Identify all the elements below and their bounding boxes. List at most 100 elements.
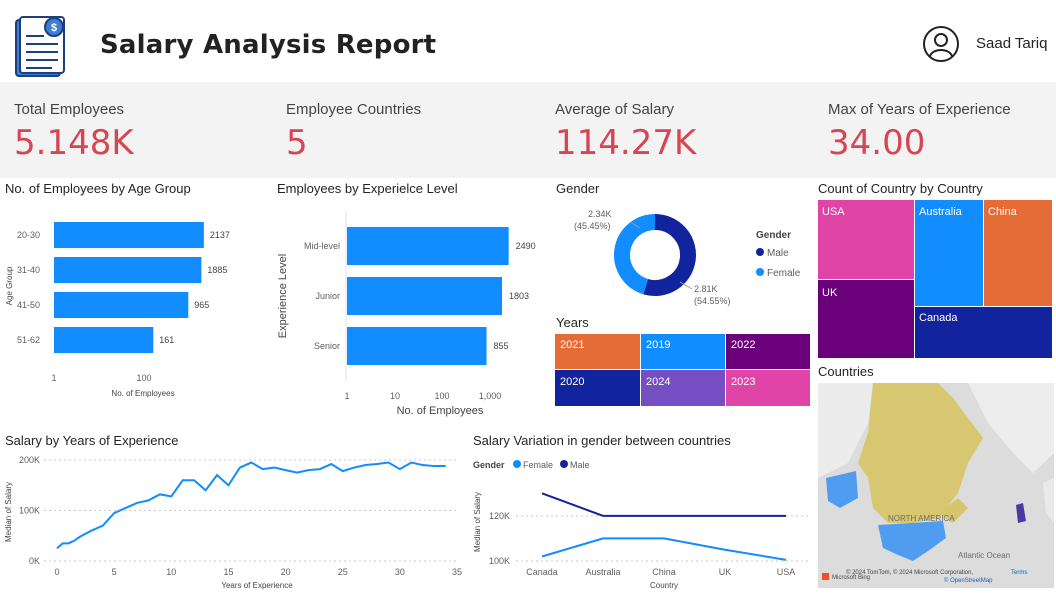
age-category-label: 31-40: [17, 265, 40, 275]
treemap-australia[interactable]: Australia: [915, 200, 983, 306]
salary-experience-line-chart[interactable]: 0K 100K 200K 0 5 10 15 20 25 30 35 Median of Salar…: [0, 450, 465, 593]
years-title: Years: [556, 315, 589, 330]
exp-y-axis-label: Experience Level: [277, 254, 289, 338]
female-salary-line[interactable]: [541, 537, 787, 561]
tile-2021[interactable]: 2021: [555, 334, 640, 369]
salary-gender-y-axis-label: Median of Salary: [473, 492, 482, 552]
female-slice-value: 2.34K: [588, 209, 612, 219]
male-slice-value: 2.81K: [694, 284, 718, 294]
donut-slice-male[interactable]: [643, 214, 696, 296]
salary-gender-line-chart[interactable]: Gender Female Male Median of Salary 100K…: [468, 450, 818, 593]
salary-gender-title: Salary Variation in gender between count…: [473, 433, 731, 448]
age-x-tick-1: 1: [51, 373, 56, 383]
exp-chart-title: Employees by Experielce Level: [277, 181, 458, 196]
exp-x-tick-100: 100: [434, 391, 449, 401]
salary-exp-x-tick: 25: [338, 567, 348, 577]
exp-x-axis-label: No. of Employees: [397, 405, 484, 417]
salary-gender-x-tick: China: [652, 567, 676, 577]
legend-male-marker: [756, 248, 764, 256]
user-avatar-icon[interactable]: [922, 25, 960, 68]
salary-gender-x-axis-label: Country: [650, 581, 678, 590]
age-bar-value-label: 1885: [207, 265, 227, 275]
tile-2022[interactable]: 2022: [726, 334, 810, 369]
exp-bar-value-label: 855: [494, 341, 509, 351]
treemap-australia-label: Australia: [919, 206, 962, 218]
salary-experience-line[interactable]: [56, 461, 446, 550]
age-bar-value-label: 2137: [210, 230, 230, 240]
treemap-china-label: China: [988, 206, 1017, 218]
age-bar-value-label: 161: [159, 335, 174, 345]
tile-2020-label: 2020: [560, 376, 585, 388]
treemap-uk[interactable]: UK: [818, 280, 914, 358]
svg-text:$: $: [51, 22, 57, 34]
age-chart-title: No. of Employees by Age Group: [5, 181, 191, 196]
tile-2023-label: 2023: [731, 376, 756, 388]
tile-2019-label: 2019: [646, 339, 671, 351]
tile-2021-label: 2021: [560, 339, 585, 351]
exp-bar-Mid-level[interactable]: [347, 227, 509, 265]
male-salary-line[interactable]: [541, 492, 786, 517]
experience-level-bar-chart[interactable]: Experience Level Mid-level 2490 Junior 1803…: [272, 200, 547, 420]
legend-male-line-label[interactable]: Male: [570, 460, 590, 470]
salary-exp-x-tick: 5: [112, 567, 117, 577]
tile-2019[interactable]: 2019: [641, 334, 725, 369]
exp-x-tick-1: 1: [344, 391, 349, 401]
age-y-axis-label: Age Group: [5, 266, 14, 305]
salary-exp-y-tick: 100K: [19, 506, 40, 516]
kpi-label-max-experience: Max of Years of Experience: [828, 101, 1011, 118]
tile-2023[interactable]: 2023: [726, 370, 810, 406]
salary-exp-y-axis-label: Median of Salary: [4, 482, 13, 542]
salary-gender-x-tick: UK: [719, 567, 732, 577]
exp-category-label: Junior: [315, 291, 340, 301]
page-title: Salary Analysis Report: [100, 30, 437, 60]
donut-slice-female[interactable]: [614, 214, 656, 295]
age-bar-51-62[interactable]: [54, 327, 154, 353]
report-document-icon: $: [14, 14, 70, 83]
kpi-value-average-salary: 114.27K: [555, 123, 697, 163]
salary-gender-x-tick: Australia: [585, 567, 620, 577]
age-bar-41-50[interactable]: [54, 292, 189, 318]
legend-female-line-label[interactable]: Female: [523, 460, 553, 470]
salary-exp-x-tick: 30: [395, 567, 405, 577]
legend-female-marker: [756, 268, 764, 276]
treemap-usa[interactable]: USA: [818, 200, 914, 279]
map-region-label: NORTH AMERICA: [888, 514, 955, 523]
salary-exp-x-tick: 0: [54, 567, 59, 577]
gender-legend-title: Gender: [756, 230, 791, 241]
salary-exp-x-axis-label: Years of Experience: [221, 581, 293, 590]
age-bar-31-40[interactable]: [54, 257, 202, 283]
kpi-value-total-employees: 5.148K: [14, 123, 134, 163]
treemap-uk-label: UK: [822, 287, 838, 299]
legend-male-label[interactable]: Male: [767, 248, 789, 259]
tile-2020[interactable]: 2020: [555, 370, 640, 406]
salary-exp-x-tick: 20: [281, 567, 291, 577]
age-bar-20-30[interactable]: [54, 222, 204, 248]
exp-bar-value-label: 1803: [509, 291, 529, 301]
tile-2022-label: 2022: [731, 339, 756, 351]
treemap-china[interactable]: China: [984, 200, 1052, 306]
salary-gender-x-tick: USA: [777, 567, 796, 577]
exp-bar-Junior[interactable]: [347, 277, 502, 315]
salary-gender-legend-title: Gender: [473, 460, 505, 470]
salary-gender-x-tick: Canada: [526, 567, 558, 577]
age-category-label: 41-50: [17, 300, 40, 310]
age-x-axis-label: No. of Employees: [111, 389, 174, 398]
exp-x-tick-10: 10: [390, 391, 400, 401]
kpi-label-employee-countries: Employee Countries: [286, 101, 422, 118]
gender-donut-chart[interactable]: 2.34K (45.45%) 2.81K (54.55%) Gender Mal…: [552, 198, 812, 313]
age-x-tick-100: 100: [136, 373, 151, 383]
male-slice-pct: (54.55%): [694, 296, 731, 306]
tile-2024[interactable]: 2024: [641, 370, 725, 406]
exp-bar-Senior[interactable]: [347, 327, 487, 365]
salary-gender-y-tick: 120K: [489, 511, 510, 521]
legend-female-label[interactable]: Female: [767, 268, 801, 279]
salary-exp-x-tick: 10: [166, 567, 176, 577]
countries-map[interactable]: NORTH AMERICA Atlantic Ocean © 2024 TomT…: [818, 383, 1054, 588]
age-group-bar-chart[interactable]: Age Group 20-30 2137 31-40 1885 41-50 965 51-6…: [0, 200, 265, 405]
map-terms-link[interactable]: Terms: [1011, 570, 1027, 576]
age-category-label: 20-30: [17, 230, 40, 240]
tile-2024-label: 2024: [646, 376, 671, 388]
map-osm-link[interactable]: © OpenStreetMap: [944, 577, 993, 584]
treemap-canada[interactable]: Canada: [915, 307, 1052, 358]
salary-exp-x-tick: 35: [452, 567, 462, 577]
